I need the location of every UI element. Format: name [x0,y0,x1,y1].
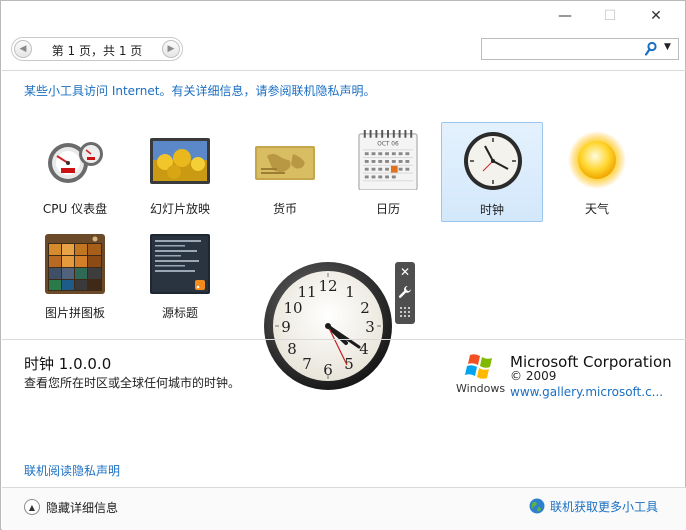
clock-numeral-6: 6 [323,361,333,379]
previous-page-button[interactable]: ◀ [14,40,32,58]
copyright-text: © 2009 [510,369,557,383]
search-dropdown-arrow[interactable]: ▼ [664,42,671,52]
clock-numeral-10: 10 [283,299,302,317]
gadget-calendar[interactable]: OCT 06 日历 [337,122,439,222]
slideshow-icon [150,138,210,184]
gadget-currency[interactable]: 货币 [234,122,336,222]
get-more-gadgets-link[interactable]: 联机获取更多小工具 [529,497,658,515]
windows-logo-icon: Windows [456,354,505,395]
clock-numeral-4: 4 [359,340,369,358]
clock-toolbar: ✕ [395,262,415,324]
gadget-picture-puzzle[interactable]: 图片拼图板 [24,226,126,326]
clock-preview[interactable]: 12 1 2 3 4 5 6 7 8 9 10 11 [263,261,393,391]
windows-logo-text: Windows [456,382,505,395]
gadget-clock[interactable]: 时钟 [441,122,543,222]
maximize-button[interactable]: ☐ [595,5,625,27]
gadgets-window: — ☐ ✕ ◀ 第 1 页，共 1 页 ▶ ▼ 某些小工具访问 Internet… [0,0,686,530]
gadget-close-button[interactable]: ✕ [397,264,413,280]
clock-numeral-8: 8 [287,340,297,358]
gadget-label: 图片拼图板 [44,306,105,320]
gadget-detail-description: 查看您所在时区或全球任何城市的时钟。 [24,376,241,390]
gadget-detail-title: 时钟 1.0.0.0 [24,355,112,373]
chevron-up-icon[interactable]: ▲ [24,499,40,515]
page-navigator: ◀ 第 1 页，共 1 页 ▶ [11,37,183,61]
search-icon[interactable] [644,41,658,57]
page-indicator: 第 1 页，共 1 页 [51,44,143,58]
calendar-icon: OCT 06 [358,130,418,190]
clock-numeral-7: 7 [302,355,312,373]
drag-handle-icon[interactable] [397,304,413,320]
clock-numeral-1: 1 [345,283,355,301]
globe-icon [529,498,545,514]
next-page-button[interactable]: ▶ [162,40,180,58]
gadget-feed-headlines[interactable]: 源标题 [129,226,231,326]
clock-numeral-12: 12 [318,277,337,295]
calendar-month-text: OCT 06 [377,141,399,147]
divider [2,70,686,71]
divider [2,339,686,340]
clock-numeral-5: 5 [344,355,354,373]
currency-icon [255,146,315,180]
gadget-label: CPU 仪表盘 [42,202,108,216]
gadget-label: 源标题 [161,306,198,320]
get-more-gadgets-label: 联机获取更多小工具 [550,499,659,514]
search-box[interactable]: ▼ [481,38,679,60]
gadget-label: 日历 [375,202,400,216]
gadget-label: 幻灯片放映 [149,202,210,216]
search-input[interactable] [484,40,634,58]
gadget-slideshow[interactable]: 幻灯片放映 [129,122,231,222]
hide-details-button[interactable]: ▲ 隐藏详细信息 [24,498,118,516]
privacy-note-link[interactable]: 某些小工具访问 Internet。有关详细信息，请参阅联机隐私声明。 [24,82,375,99]
cpu-meter-icon [48,142,103,183]
feed-headlines-icon [150,234,210,294]
wrench-icon[interactable] [397,284,413,300]
clock-numeral-2: 2 [360,299,370,317]
vendor-website-link[interactable]: www.gallery.microsoft.c... [510,385,663,399]
minimize-button[interactable]: — [550,5,580,27]
clock-numeral-11: 11 [297,283,316,301]
gadget-label: 货币 [272,202,297,216]
clock-numeral-9: 9 [281,318,291,336]
gadget-weather[interactable]: 天气 [546,122,648,222]
weather-sun-icon [568,131,626,189]
gadget-label: 天气 [584,202,609,216]
privacy-statement-link[interactable]: 联机阅读隐私声明 [24,462,120,479]
gadget-cpu-meter[interactable]: CPU 仪表盘 [24,122,126,222]
picture-puzzle-icon [45,234,105,294]
gadget-label: 时钟 [479,203,504,217]
close-button[interactable]: ✕ [641,5,671,27]
clock-numeral-3: 3 [365,318,375,336]
clock-icon [464,132,522,190]
hide-details-label: 隐藏详细信息 [46,500,119,515]
